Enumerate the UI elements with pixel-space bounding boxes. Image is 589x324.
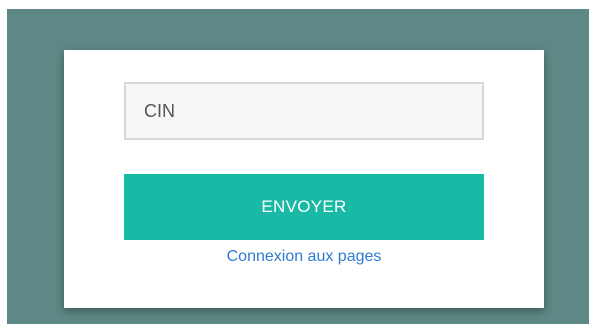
cin-input[interactable] <box>124 82 484 140</box>
pages-login-link[interactable]: Connexion aux pages <box>64 248 544 266</box>
send-button[interactable]: ENVOYER <box>124 174 484 240</box>
login-card: ENVOYER Connexion aux pages <box>64 50 544 308</box>
